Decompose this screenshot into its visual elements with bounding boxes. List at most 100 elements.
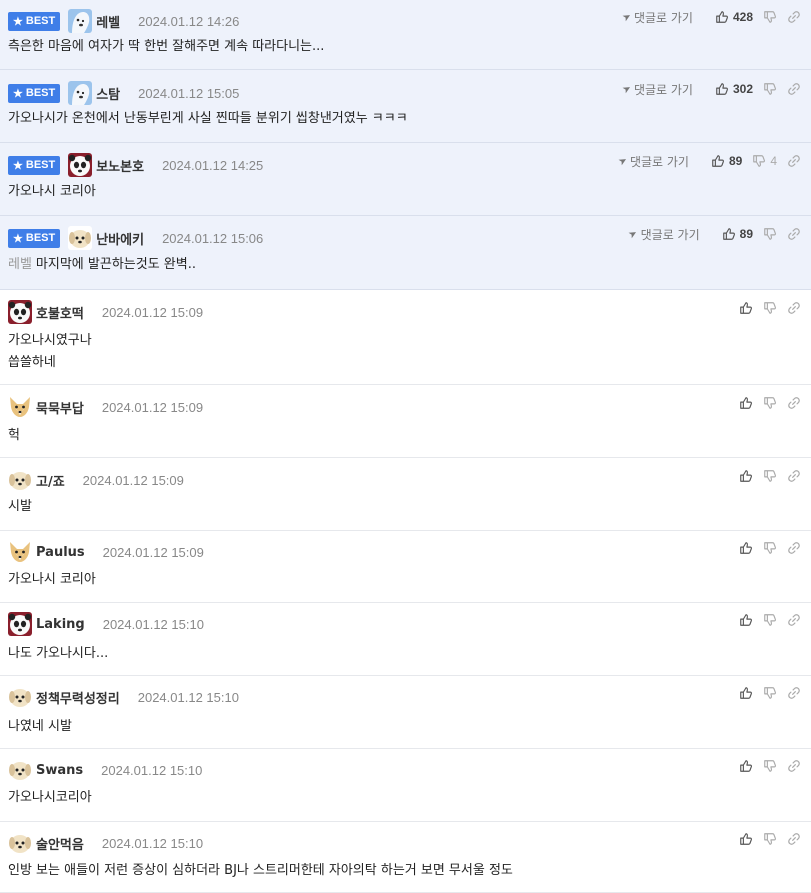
avatar[interactable] — [8, 758, 32, 782]
avatar[interactable] — [68, 9, 93, 33]
avatar[interactable] — [8, 831, 32, 855]
like-button[interactable]: 89 — [722, 227, 753, 241]
copy-link-button[interactable] — [787, 154, 801, 168]
star-icon: ★ — [13, 159, 23, 172]
copy-link-button[interactable] — [787, 10, 801, 24]
username[interactable]: Swans — [36, 763, 83, 778]
username[interactable]: 묵묵부답 — [36, 398, 84, 417]
copy-link-button[interactable] — [787, 227, 801, 241]
goto-comment-link[interactable]: ➤ 댓글로 가기 — [616, 153, 689, 170]
comment-text: 가오나시 코리아 — [8, 184, 96, 199]
copy-link-button[interactable] — [787, 613, 801, 627]
link-icon — [787, 686, 801, 700]
username[interactable]: 난바에키 — [96, 229, 144, 248]
goto-comment-label: 댓글로 가기 — [640, 227, 700, 242]
thumbs-up-icon — [739, 613, 753, 627]
comment-text: 씁쓸하네 — [8, 355, 56, 370]
username[interactable]: 고/죠 — [36, 471, 65, 490]
copy-link-button[interactable] — [787, 469, 801, 483]
thumbs-up-icon — [739, 469, 753, 483]
comment-body: 가오나시 코리아 — [8, 181, 96, 203]
avatar[interactable] — [68, 226, 93, 250]
like-button[interactable] — [739, 759, 753, 773]
comment-body: 가오나시가 온천에서 난동부린게 사실 찐따들 분위기 씹창낸거였누 ㅋㅋㅋ — [8, 108, 408, 130]
comment-actions — [729, 684, 801, 702]
like-button[interactable] — [739, 832, 753, 846]
like-button[interactable] — [739, 613, 753, 627]
comment-header: 고/죠 2024.01.12 15:09 — [8, 468, 184, 492]
copy-link-button[interactable] — [787, 301, 801, 315]
dislike-button[interactable] — [763, 613, 777, 627]
avatar[interactable] — [8, 468, 32, 492]
copy-link-button[interactable] — [787, 82, 801, 96]
send-arrow-icon: ➤ — [620, 82, 634, 96]
dislike-button[interactable]: 4 — [752, 154, 777, 168]
comment-header: Swans 2024.01.12 15:10 — [8, 758, 202, 782]
username[interactable]: Laking — [36, 617, 85, 632]
avatar[interactable] — [68, 153, 93, 177]
copy-link-button[interactable] — [787, 832, 801, 846]
like-button[interactable] — [739, 396, 753, 410]
copy-link-button[interactable] — [787, 396, 801, 410]
comment-actions — [729, 830, 801, 848]
avatar[interactable] — [68, 81, 93, 105]
copy-link-button[interactable] — [787, 759, 801, 773]
dislike-button[interactable] — [763, 82, 777, 96]
comment: 묵묵부답 2024.01.12 15:09 헉 — [0, 385, 811, 458]
dislike-button[interactable] — [763, 396, 777, 410]
thumbs-up-icon — [739, 832, 753, 846]
username[interactable]: 스탐 — [96, 84, 120, 103]
copy-link-button[interactable] — [787, 541, 801, 555]
like-button[interactable]: 428 — [715, 10, 753, 24]
avatar[interactable] — [8, 395, 32, 419]
timestamp: 2024.01.12 15:06 — [162, 230, 264, 246]
dislike-button[interactable] — [763, 686, 777, 700]
comment-text: 가오나시였구나 — [8, 333, 92, 348]
goto-comment-link[interactable]: ➤ 댓글로 가기 — [620, 9, 693, 26]
thumbs-up-icon — [711, 154, 725, 168]
dislike-button[interactable] — [763, 469, 777, 483]
avatar[interactable] — [8, 612, 32, 636]
copy-link-button[interactable] — [787, 686, 801, 700]
star-icon: ★ — [13, 232, 23, 245]
avatar[interactable] — [8, 300, 32, 324]
comment-header: Laking 2024.01.12 15:10 — [8, 612, 204, 636]
mention-username[interactable]: 레벨 — [8, 257, 32, 272]
thumbs-down-icon — [763, 759, 777, 773]
star-icon: ★ — [13, 15, 23, 28]
username[interactable]: 정책무력성정리 — [36, 688, 120, 707]
goto-comment-link[interactable]: ➤ 댓글로 가기 — [620, 81, 693, 98]
comment-list: ★ BEST 레벨 2024.01.12 14:26 ➤ 댓글로 가기 428 측은한 마음에… — [0, 0, 811, 893]
like-button[interactable] — [739, 469, 753, 483]
dislike-button[interactable] — [763, 227, 777, 241]
comment-actions: ➤ 댓글로 가기 89 — [627, 225, 801, 243]
dislike-button[interactable] — [763, 759, 777, 773]
username[interactable]: Paulus — [36, 545, 85, 560]
like-button[interactable]: 302 — [715, 82, 753, 96]
avatar[interactable] — [8, 685, 32, 709]
comment-text: 나였네 시발 — [8, 719, 72, 734]
username[interactable]: 호불호떡 — [36, 303, 84, 322]
like-button[interactable] — [739, 301, 753, 315]
goto-comment-link[interactable]: ➤ 댓글로 가기 — [627, 226, 700, 243]
best-comment: ★ BEST 스탐 2024.01.12 15:05 ➤ 댓글로 가기 302 가오나시가 온… — [0, 70, 811, 143]
username[interactable]: 술안먹음 — [36, 834, 84, 853]
thumbs-up-icon — [739, 686, 753, 700]
comment-text-line: 시발 — [8, 496, 32, 518]
like-button[interactable] — [739, 686, 753, 700]
link-icon — [787, 541, 801, 555]
thumbs-up-icon — [715, 10, 729, 24]
username[interactable]: 레벨 — [96, 12, 120, 31]
username[interactable]: 보노본호 — [96, 156, 144, 175]
dislike-button[interactable] — [763, 10, 777, 24]
comment-body: 인방 보는 애들이 저런 증상이 심하더라 BJ나 스트리머한테 자아의탁 하는… — [8, 860, 513, 882]
comment-header: 묵묵부답 2024.01.12 15:09 — [8, 395, 203, 419]
dislike-button[interactable] — [763, 541, 777, 555]
avatar[interactable] — [8, 540, 32, 564]
thumbs-down-icon — [763, 396, 777, 410]
like-button[interactable]: 89 — [711, 154, 742, 168]
like-button[interactable] — [739, 541, 753, 555]
dislike-button[interactable] — [763, 301, 777, 315]
dislike-button[interactable] — [763, 832, 777, 846]
comment: 고/죠 2024.01.12 15:09 시발 — [0, 458, 811, 531]
